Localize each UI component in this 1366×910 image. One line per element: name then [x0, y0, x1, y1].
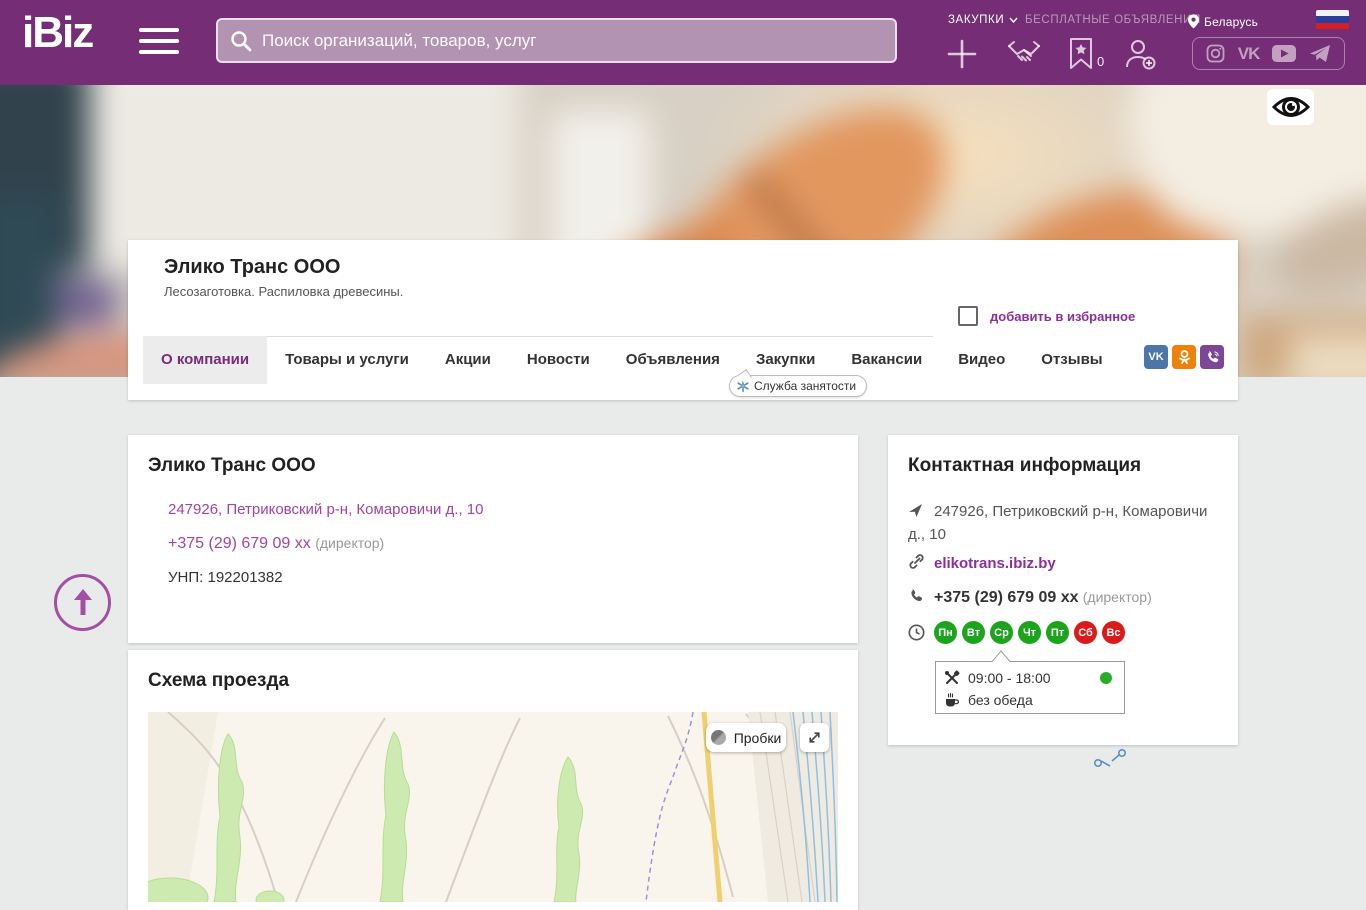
- telegram-icon[interactable]: [1309, 44, 1331, 63]
- employment-service-icon: [737, 380, 749, 392]
- nav-zakupki[interactable]: ЗАКУПКИ: [948, 14, 1018, 26]
- contact-info-card: Контактная информация 247926, Петриковск…: [888, 435, 1238, 745]
- decorative-doodle: [1094, 748, 1126, 768]
- fullscreen-button[interactable]: [800, 723, 829, 752]
- day-badge-tue[interactable]: Вт: [962, 621, 985, 644]
- add-favorite-label[interactable]: добавить в избранное: [990, 309, 1135, 324]
- top-header: iBiz ЗАКУПКИ БЕСПЛАТНЫЕ ОБЪЯВЛЕНИЯ Белар…: [0, 0, 1366, 85]
- working-hours: 09:00 - 18:00: [968, 670, 1051, 686]
- contact-address: 247926, Петриковский р-н, Комаровичи д.,…: [908, 503, 1208, 543]
- day-badge-wed[interactable]: Ср: [990, 621, 1013, 644]
- map-card-title: Схема проезда: [148, 670, 290, 691]
- flag-russia-icon[interactable]: [1316, 10, 1349, 29]
- tab-video[interactable]: Видео: [940, 336, 1023, 384]
- contact-phone-row: +375 (29) 679 09 xx (директор): [908, 587, 1218, 610]
- contact-card-title: Контактная информация: [908, 455, 1142, 476]
- tab-products[interactable]: Товары и услуги: [267, 336, 427, 384]
- contact-address-row: 247926, Петриковский р-н, Комаровичи д.,…: [908, 501, 1218, 545]
- nav-free-ads[interactable]: БЕСПЛАТНЫЕ ОБЪЯВЛЕНИЯ: [1025, 14, 1201, 26]
- day-badge-fri[interactable]: Пт: [1046, 621, 1069, 644]
- day-badge-sun[interactable]: Вс: [1102, 621, 1125, 644]
- tab-news[interactable]: Новости: [509, 336, 608, 384]
- eye-icon: [1271, 97, 1310, 117]
- tab-promos[interactable]: Акции: [427, 336, 509, 384]
- phone-note: (директор): [315, 535, 385, 551]
- map-canvas[interactable]: Пробки: [148, 712, 838, 902]
- instagram-icon[interactable]: [1206, 44, 1225, 63]
- tab-about[interactable]: О компании: [143, 336, 268, 384]
- traffic-button[interactable]: Пробки: [706, 723, 786, 752]
- company-address-link[interactable]: 247926, Петриковский р-н, Комаровичи д.,…: [168, 501, 484, 518]
- navigation-arrow-icon: [908, 503, 934, 524]
- company-description: Лесозаготовка. Распиловка древесины.: [164, 284, 404, 299]
- company-phone-link[interactable]: +375 (29) 679 09 xx (директор): [168, 535, 384, 553]
- day-badge-sat[interactable]: Сб: [1074, 621, 1097, 644]
- share-viber-icon[interactable]: [1200, 345, 1224, 369]
- ibiz-logo[interactable]: iBiz: [22, 8, 94, 58]
- add-company-plus-icon[interactable]: [946, 38, 978, 75]
- handshake-icon[interactable]: [1006, 38, 1042, 75]
- day-badge-thu[interactable]: Чт: [1018, 621, 1041, 644]
- vk-icon[interactable]: VK: [1238, 44, 1261, 64]
- working-hours-tooltip: 09:00 - 18:00 без обеда: [935, 661, 1125, 714]
- working-days: Пн Вт Ср Чт Пт Сб Вс: [934, 621, 1125, 644]
- company-website-link[interactable]: elikotrans.ibiz.by: [934, 555, 1056, 572]
- tab-ads[interactable]: Объявления: [608, 336, 738, 384]
- share-buttons: VK: [1144, 345, 1224, 369]
- youtube-icon[interactable]: [1272, 45, 1297, 62]
- contact-phone[interactable]: +375 (29) 679 09 xx: [934, 589, 1079, 606]
- tools-icon: [945, 670, 960, 684]
- coffee-cup-icon: [946, 692, 960, 706]
- company-tabs: О компании Товары и услуги Акции Новости…: [143, 336, 1121, 384]
- hamburger-menu-icon[interactable]: [139, 28, 179, 58]
- add-user-icon[interactable]: [1122, 38, 1158, 75]
- company-header-card: Элико Транс ООО Лесозаготовка. Распиловк…: [128, 240, 1238, 400]
- lunch-info: без обеда: [968, 692, 1033, 708]
- bookmark-favorites-icon[interactable]: [1068, 37, 1094, 75]
- map-card: Схема проезда Пробки: [128, 650, 858, 910]
- add-favorite-checkbox[interactable]: [958, 306, 978, 326]
- day-badge-mon[interactable]: Пн: [934, 621, 957, 644]
- search-icon: [231, 30, 252, 51]
- open-status-dot: [1100, 672, 1112, 684]
- company-name: Элико Транс ООО: [164, 256, 341, 278]
- search-bar[interactable]: [216, 18, 897, 63]
- share-ok-icon[interactable]: [1172, 345, 1196, 369]
- favorites-count: 0: [1097, 54, 1105, 69]
- accessibility-eye-button[interactable]: [1267, 89, 1314, 125]
- header-social-links: VK: [1192, 37, 1345, 70]
- info-card-title: Элико Транс ООО: [148, 455, 316, 476]
- link-icon: [908, 553, 934, 576]
- company-unp: УНП: 192201382: [168, 569, 283, 586]
- clock-icon: [908, 624, 925, 646]
- traffic-icon: [710, 730, 726, 745]
- chevron-down-icon: [1009, 17, 1018, 23]
- company-info-card: Элико Транс ООО 247926, Петриковский р-н…: [128, 435, 858, 643]
- tab-reviews[interactable]: Отзывы: [1023, 336, 1120, 384]
- employment-service-badge[interactable]: Служба занятости: [729, 375, 868, 397]
- search-input[interactable]: [262, 30, 883, 51]
- fullscreen-icon: [809, 732, 820, 743]
- phone-icon: [908, 588, 934, 610]
- back-to-top-button[interactable]: [54, 574, 111, 631]
- share-vk-icon[interactable]: VK: [1144, 345, 1168, 369]
- nav-country[interactable]: Беларусь: [1188, 14, 1258, 29]
- contact-website-row: elikotrans.ibiz.by: [908, 553, 1218, 576]
- arrow-up-icon: [73, 588, 92, 615]
- contact-phone-note: (директор): [1082, 589, 1152, 605]
- location-pin-icon: [1188, 14, 1199, 29]
